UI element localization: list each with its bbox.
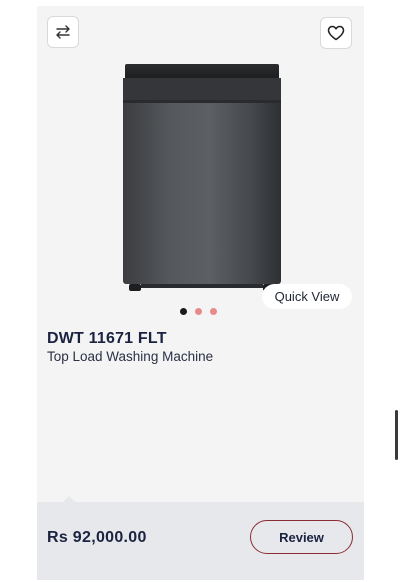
review-button[interactable]: Review — [250, 520, 353, 554]
quick-view-button[interactable]: Quick View — [262, 284, 352, 309]
wishlist-button[interactable] — [320, 17, 352, 49]
carousel-indicators — [180, 308, 217, 315]
carousel-dot[interactable] — [195, 308, 202, 315]
product-image[interactable] — [117, 58, 287, 298]
carousel-dot[interactable] — [180, 308, 187, 315]
product-price: Rs 92,000.00 — [47, 529, 147, 546]
compare-button[interactable] — [47, 16, 79, 48]
footer-notch — [63, 496, 75, 502]
compare-arrows-icon — [56, 25, 70, 39]
product-model[interactable]: DWT 11671 FLT — [47, 330, 167, 348]
scrollbar[interactable] — [395, 410, 398, 460]
product-subtitle: Top Load Washing Machine — [47, 349, 214, 364]
product-card[interactable]: Quick View DWT 11671 FLT Top Load Washin… — [37, 6, 364, 580]
carousel-dot[interactable] — [210, 308, 217, 315]
card-footer: Rs 92,000.00 Review — [37, 496, 364, 580]
heart-icon — [327, 25, 345, 41]
